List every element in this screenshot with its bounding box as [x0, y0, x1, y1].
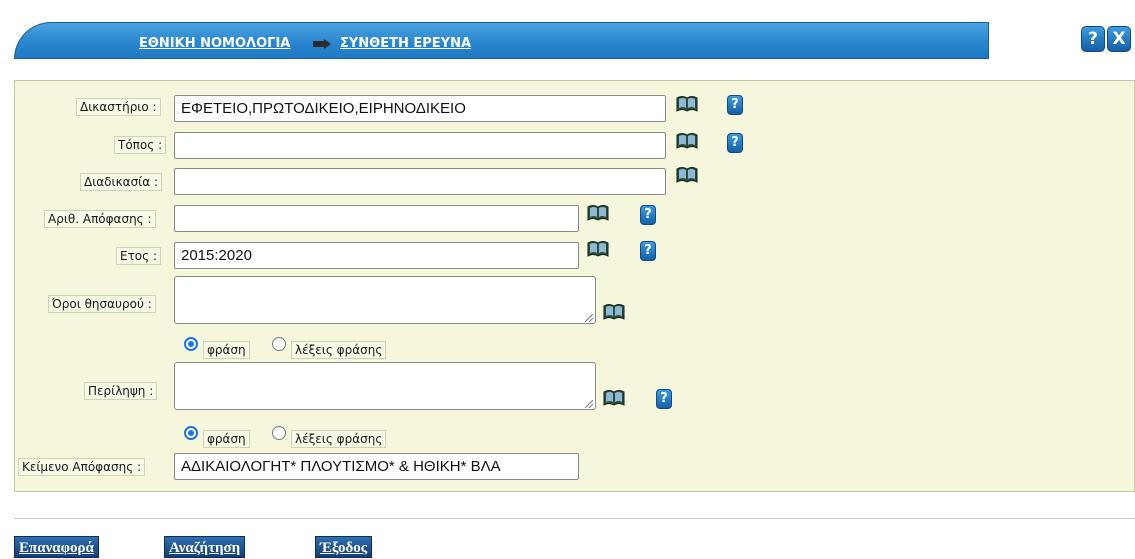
breadcrumb-current-link[interactable]: ΣΥΝΘΕΤΗ ΕΡΕΥΝΑ: [340, 36, 471, 51]
thesaurus-textarea[interactable]: [174, 276, 596, 324]
place-field[interactable]: [174, 132, 666, 159]
place-label: Τόπος :: [114, 136, 167, 154]
phrase-words-radio-label[interactable]: λέξεις φράσης: [291, 430, 387, 448]
summary-textarea[interactable]: [174, 362, 596, 410]
phrase-radio[interactable]: [184, 426, 198, 440]
help-icon[interactable]: ?: [656, 389, 672, 409]
help-icon[interactable]: ?: [1081, 26, 1105, 52]
exit-button[interactable]: Έξοδος: [315, 536, 373, 558]
help-icon[interactable]: ?: [640, 205, 656, 225]
book-icon[interactable]: [676, 95, 698, 113]
header-bar: ΕΘΝΙΚΗ ΝΟΜΟΛΟΓΙΑ ΣΥΝΘΕΤΗ ΕΡΕΥΝΑ: [14, 22, 989, 59]
decision-text-field[interactable]: ΑΔΙΚΑΙΟΛΟΓΗΤ* ΠΛΟΥΤΙΣΜΟ* & ΗΘΙΚΗ* ΒΛΑ: [174, 453, 579, 480]
decision-text-label: Κείμενο Απόφασης :: [18, 458, 146, 476]
book-icon[interactable]: [676, 166, 698, 184]
arrow-right-icon: [313, 39, 331, 49]
divider: [14, 518, 1135, 519]
summary-label: Περίληψη :: [84, 382, 158, 400]
book-icon[interactable]: [676, 132, 698, 150]
phrase-radio-label[interactable]: φράση: [203, 341, 250, 359]
help-icon[interactable]: ?: [727, 133, 743, 153]
procedure-field[interactable]: [174, 168, 666, 195]
procedure-label: Διαδικασία :: [80, 173, 162, 191]
help-icon[interactable]: ?: [727, 95, 743, 115]
book-icon[interactable]: [603, 303, 625, 321]
phrase-words-radio[interactable]: [272, 426, 286, 440]
book-icon[interactable]: [587, 204, 609, 222]
book-icon[interactable]: [587, 240, 609, 258]
decision-number-label: Αριθ. Απόφασης :: [44, 210, 156, 228]
help-icon[interactable]: ?: [640, 241, 656, 261]
phrase-words-radio[interactable]: [272, 337, 286, 351]
thesaurus-label: Όροι θησαυρού :: [48, 295, 156, 313]
book-icon[interactable]: [603, 389, 625, 407]
close-icon[interactable]: X: [1107, 26, 1131, 52]
breadcrumb-home-link[interactable]: ΕΘΝΙΚΗ ΝΟΜΟΛΟΓΙΑ: [139, 36, 290, 51]
resize-grip-icon[interactable]: [585, 400, 593, 408]
decision-number-field[interactable]: [174, 205, 579, 232]
phrase-radio[interactable]: [184, 337, 198, 351]
year-field[interactable]: 2015:2020: [174, 242, 579, 269]
phrase-radio-label[interactable]: φράση: [203, 430, 250, 448]
resize-grip-icon[interactable]: [585, 314, 593, 322]
year-label: Ετος :: [116, 247, 162, 265]
court-label: Δικαστήριο :: [76, 98, 161, 116]
reset-button[interactable]: Επαναφορά: [14, 536, 99, 558]
search-button[interactable]: Αναζήτηση: [164, 536, 246, 558]
phrase-words-radio-label[interactable]: λέξεις φράσης: [291, 341, 387, 359]
court-field[interactable]: ΕΦΕΤΕΙΟ,ΠΡΩΤΟΔΙΚΕΙΟ,ΕΙΡΗΝΟΔΙΚΕΙΟ: [174, 95, 666, 122]
